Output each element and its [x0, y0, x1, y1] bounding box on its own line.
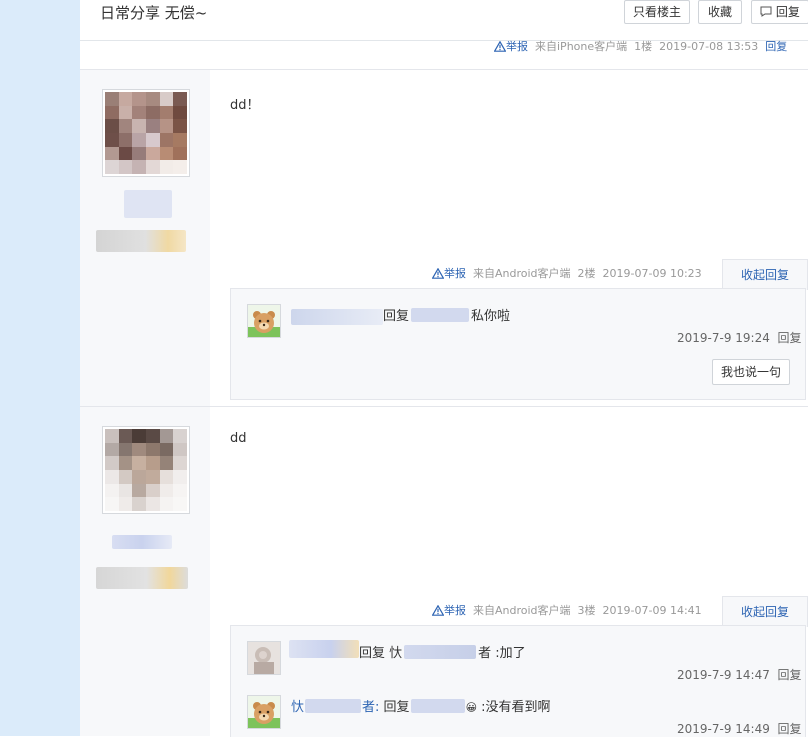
thread-header: 日常分享 无偿~ 只看楼主 收藏 回复: [80, 0, 808, 41]
report-link[interactable]: 举报: [444, 267, 466, 280]
reply-prefix: 回复: [383, 700, 410, 715]
comment-time: 2019-7-9 19:24: [677, 331, 770, 345]
author-panel: [80, 70, 210, 406]
post-text: dd: [230, 431, 247, 446]
floor1-meta: 举报 来自iPhone客户端 1楼 2019-07-08 13:53 回复: [493, 39, 787, 57]
say-something-button[interactable]: 我也说一句: [712, 359, 790, 385]
only-lz-button[interactable]: 只看楼主: [624, 0, 690, 24]
comment-text: 回复 私你啦: [383, 305, 510, 324]
thread-title: 日常分享 无偿~: [100, 4, 208, 22]
floor3-meta: 举报 来自Android客户端 3楼 2019-07-09 14:41: [431, 603, 702, 621]
username-blur: [124, 190, 172, 218]
avatar-mosaic: [105, 92, 187, 174]
comment-body: :没有看到啊: [477, 700, 551, 715]
collapse-replies-button[interactable]: 收起回复: [722, 596, 808, 627]
comment-text: 回复 忕 者 :加了: [359, 642, 526, 661]
comment-username-tail[interactable]: 者:: [362, 700, 379, 715]
report-link[interactable]: 举报: [506, 40, 528, 53]
floor-number: 1楼: [634, 40, 653, 53]
comment-body: 私你啦: [471, 309, 511, 324]
floor-number: 3楼: [577, 604, 596, 617]
comment-time: 2019-7-9 14:47: [677, 668, 770, 682]
mention-blur: [410, 699, 465, 713]
floor2-meta: 举报 来自Android客户端 2楼 2019-07-09 10:23: [431, 266, 702, 284]
comment-username[interactable]: 忕: [291, 700, 304, 715]
sub-reply-panel: 回复 忕者 :加了 2019-7-9 14:47 回复 忕者: 回复 😀 :没有看…: [230, 625, 806, 737]
floor-number: 2楼: [577, 267, 596, 280]
reply-prefix: 回复: [383, 309, 410, 324]
reply-thread-button[interactable]: 回复: [751, 0, 808, 24]
collect-button[interactable]: 收藏: [698, 0, 742, 24]
username-blur: [305, 699, 362, 713]
level-badge-blur: [96, 567, 188, 589]
warning-icon: [431, 604, 445, 621]
username-blur: [289, 640, 359, 658]
reply-link[interactable]: 回复: [765, 40, 787, 53]
client-source: 来自Android客户端: [473, 267, 571, 280]
comment-reply-link[interactable]: 回复: [778, 331, 802, 345]
report-link[interactable]: 举报: [444, 604, 466, 617]
bear-avatar-icon[interactable]: [247, 695, 281, 729]
post-time: 2019-07-09 10:23: [602, 267, 702, 280]
avatar[interactable]: [102, 426, 190, 514]
collapse-replies-button[interactable]: 收起回复: [722, 259, 808, 290]
comment-time-row: 2019-7-9 14:47 回复: [677, 666, 802, 683]
client-source: 来自Android客户端: [473, 604, 571, 617]
level-badge-blur: [96, 230, 186, 252]
comment-text: 忕 者: 回复 😀 :没有看到啊: [291, 696, 551, 715]
comment-reply-link[interactable]: 回复: [778, 722, 802, 736]
sub-reply-panel: 回复 私你啦 2019-7-9 19:24 回复 我也说一句: [230, 288, 806, 400]
mention-blur: [411, 308, 470, 322]
bear-avatar-icon[interactable]: [247, 304, 281, 338]
post-time: 2019-07-08 13:53: [659, 40, 759, 53]
author-panel: [80, 407, 210, 736]
username-blur: [112, 535, 172, 549]
reply-prefix: 回复 忕: [359, 646, 403, 661]
warning-icon: [431, 267, 445, 284]
mention-blur: [404, 645, 477, 659]
reply-thread-label: 回复: [775, 5, 800, 19]
thread-content: 日常分享 无偿~ 只看楼主 收藏 回复 举报 来自iPhone客户端 1楼 20…: [80, 0, 808, 737]
comment-reply-link[interactable]: 回复: [778, 668, 802, 682]
smile-emoji-icon: 😀: [465, 701, 478, 714]
avatar[interactable]: [247, 641, 281, 675]
page-left-background: [0, 0, 80, 736]
comment-icon: [760, 5, 776, 19]
comment-time: 2019-7-9 14:49: [677, 722, 770, 736]
post-time: 2019-07-09 14:41: [602, 604, 702, 617]
warning-icon: [493, 40, 507, 57]
avatar[interactable]: [102, 89, 190, 177]
avatar-mosaic: [105, 429, 187, 511]
username-blur: [291, 309, 383, 325]
post-text: dd！: [230, 98, 260, 113]
client-source: 来自iPhone客户端: [535, 40, 628, 53]
comment-body: 者 :加了: [478, 646, 526, 661]
comment-time-row: 2019-7-9 14:49 回复: [677, 720, 802, 737]
comment-time-row: 2019-7-9 19:24 回复: [677, 329, 802, 346]
